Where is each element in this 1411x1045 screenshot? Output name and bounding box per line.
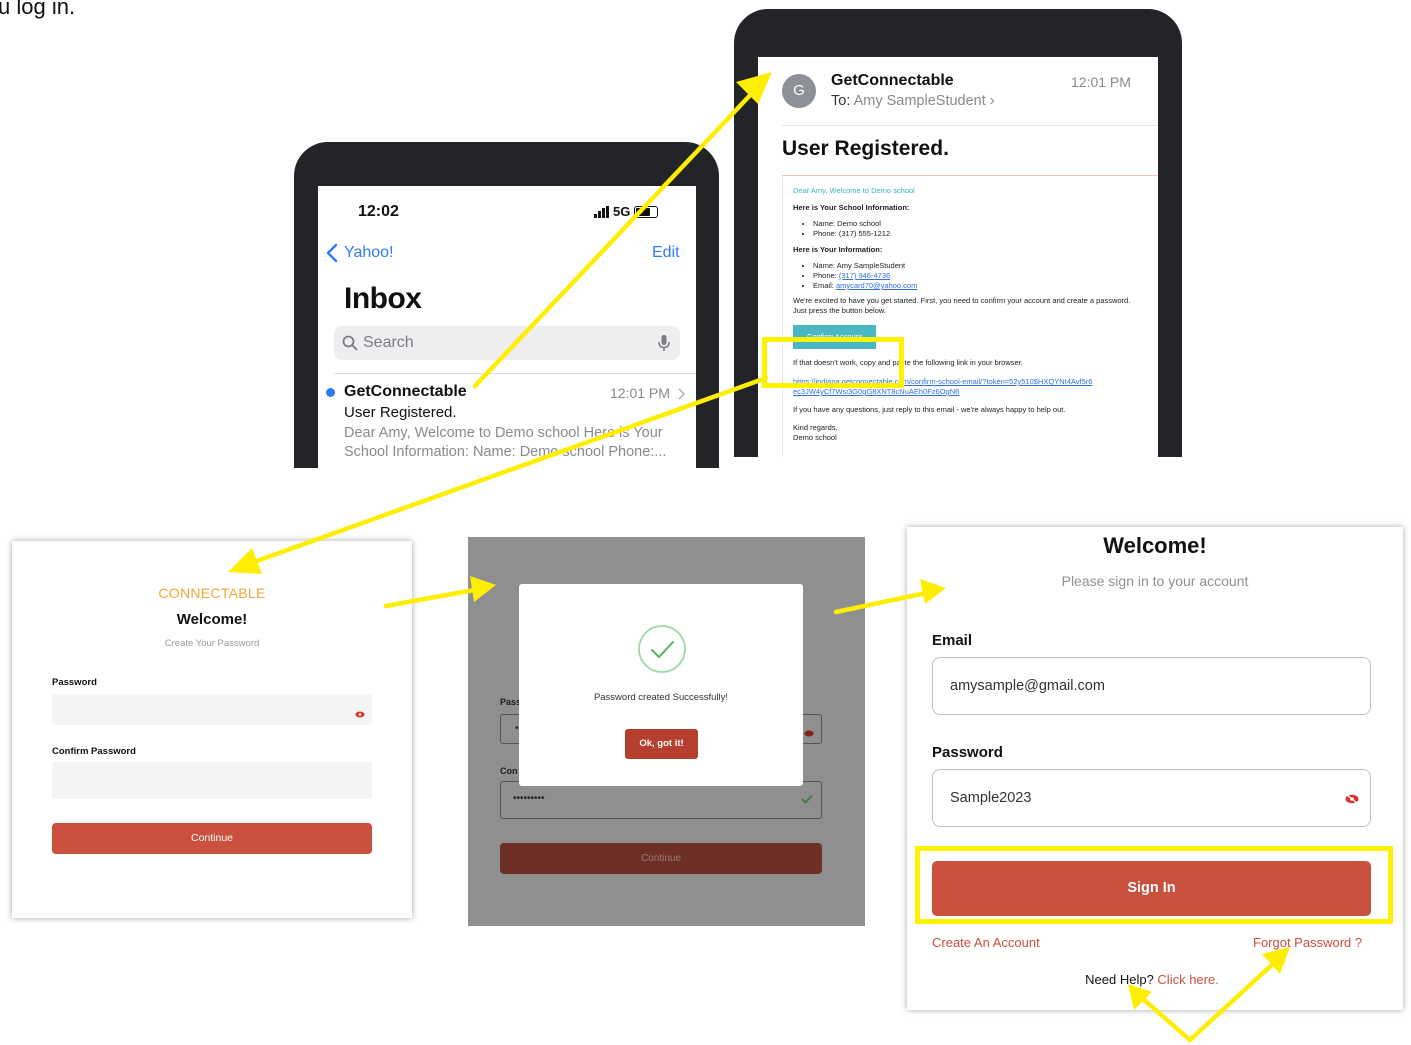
- bg-confirm-label: Con: [500, 766, 518, 776]
- status-bar-right: 5G: [594, 204, 659, 219]
- back-button[interactable]: Yahoo!: [326, 243, 394, 263]
- eye-slash-icon[interactable]: [1345, 794, 1359, 804]
- message-preview: Dear Amy, Welcome to Demo school Here is…: [344, 425, 667, 460]
- message-list-item[interactable]: GetConnectable 12:01 PM User Registered.…: [318, 380, 696, 468]
- bg-confirm-dots: •••••••••: [513, 793, 545, 804]
- inbox-title: Inbox: [344, 282, 422, 315]
- phone-label: Phone:: [813, 271, 837, 280]
- email-sender: GetConnectable: [831, 72, 954, 89]
- message-sender: GetConnectable: [344, 383, 467, 400]
- email-body-text: We're excited to have you get started. F…: [793, 296, 1131, 315]
- header-divider: [782, 125, 1158, 126]
- search-bar[interactable]: Search: [334, 326, 680, 360]
- bg-password-dots: •: [515, 723, 519, 734]
- email-label: Email:: [813, 281, 834, 290]
- password-input[interactable]: [52, 694, 372, 725]
- password-label: Password: [932, 744, 1003, 761]
- help-text: If you have any questions, just reply to…: [793, 405, 1066, 414]
- user-info-list: Name: Amy SampleStudent Phone: (317) 946…: [793, 261, 1148, 291]
- divider: [334, 373, 696, 374]
- create-password-panel: CONNECTABLE Welcome! Create Your Passwor…: [12, 541, 412, 918]
- school-info-item: Name: Demo school: [813, 219, 1148, 229]
- email-input[interactable]: amysample@gmail.com: [932, 657, 1371, 715]
- email-phone: G GetConnectable 12:01 PM To: Amy Sample…: [734, 9, 1182, 457]
- email-value: amysample@gmail.com: [950, 678, 1105, 694]
- message-time: 12:01 PM: [610, 385, 670, 401]
- password-input[interactable]: Sample2023: [932, 769, 1371, 827]
- avatar: G: [782, 74, 816, 108]
- email-time: 12:01 PM: [1071, 74, 1131, 90]
- to-label: To:: [831, 93, 851, 109]
- highlight-confirm-account: [762, 337, 904, 388]
- cropped-caption: u log in.: [0, 0, 76, 19]
- search-icon: [342, 335, 358, 351]
- signin-panel: Welcome! Please sign in to your account …: [907, 527, 1403, 1010]
- school-info-item: Phone: (317) 555-1212: [813, 229, 1148, 239]
- email-label: Email: [932, 632, 973, 649]
- signoff: Kind regards,: [793, 423, 838, 432]
- signin-subtitle: Please sign in to your account: [1061, 573, 1249, 589]
- network-label: 5G: [613, 204, 631, 219]
- search-placeholder: Search: [363, 334, 414, 351]
- bg-password-label: Pass: [500, 697, 522, 707]
- success-panel: Pass • Con ••••••••• Continue Password c…: [468, 537, 865, 926]
- chevron-right-icon: ›: [989, 93, 995, 109]
- click-here-link[interactable]: Click here.: [1157, 972, 1218, 987]
- email-greeting: Dear Amy, Welcome to Demo school: [793, 186, 915, 195]
- unread-dot-icon: [326, 388, 335, 397]
- need-help-text: Need Help?: [1085, 972, 1154, 987]
- email-body: Dear Amy, Welcome to Demo school Here is…: [782, 175, 1158, 457]
- email-subject: User Registered.: [782, 137, 949, 160]
- user-info-email: Email: amycard70@yahoo.com: [813, 281, 1148, 291]
- message-subject: User Registered.: [344, 404, 457, 421]
- inbox-screen: 12:02 5G Yahoo! Edit Inbox Search GetCon…: [318, 186, 696, 468]
- confirm-password-input[interactable]: [52, 762, 372, 799]
- check-icon: [801, 794, 813, 804]
- password-label: Password: [52, 677, 97, 688]
- inbox-phone: 12:02 5G Yahoo! Edit Inbox Search GetCon…: [294, 142, 719, 468]
- info-heading: Here is Your Information:: [793, 245, 883, 254]
- bg-confirm-input: •••••••••: [500, 781, 822, 819]
- to-name: Amy SampleStudent: [853, 93, 986, 109]
- eye-icon: [804, 730, 814, 737]
- back-label: Yahoo!: [344, 244, 394, 261]
- status-time: 12:02: [358, 203, 399, 220]
- email-recipient[interactable]: To: Amy SampleStudent ›: [831, 93, 995, 109]
- user-info-name: Name: Amy SampleStudent: [813, 261, 1148, 271]
- success-message: Password created Successfully!: [593, 692, 729, 703]
- need-help: Need Help? Click here.: [907, 972, 1397, 987]
- confirm-password-label: Confirm Password: [52, 746, 136, 757]
- edit-button[interactable]: Edit: [652, 244, 680, 262]
- highlight-sign-in: [915, 846, 1393, 924]
- signal-icon: [594, 205, 609, 218]
- eye-icon[interactable]: [355, 711, 365, 718]
- microphone-icon[interactable]: [658, 334, 670, 352]
- chevron-right-icon: [678, 388, 685, 400]
- forgot-password-link[interactable]: Forgot Password ?: [1253, 935, 1362, 950]
- panel-subtitle: Create Your Password: [164, 638, 260, 649]
- bg-continue-button: Continue: [500, 843, 822, 874]
- school-heading: Here is Your School Information:: [793, 203, 910, 212]
- user-info-phone: Phone: (317) 946-4736: [813, 271, 1148, 281]
- signoff-name: Demo school: [793, 433, 837, 442]
- continue-button[interactable]: Continue: [52, 823, 372, 854]
- success-modal: Password created Successfully! Ok, got i…: [519, 584, 803, 786]
- battery-icon: [634, 205, 659, 218]
- success-check-icon: [638, 625, 686, 673]
- school-info-list: Name: Demo school Phone: (317) 555-1212: [793, 219, 1148, 239]
- email-screen: G GetConnectable 12:01 PM To: Amy Sample…: [758, 57, 1158, 457]
- connectable-logo: CONNECTABLE: [158, 585, 266, 601]
- ok-got-it-button[interactable]: Ok, got it!: [625, 729, 698, 759]
- create-account-link[interactable]: Create An Account: [932, 935, 1040, 950]
- password-value: Sample2023: [950, 790, 1032, 806]
- phone-link[interactable]: (317) 946-4736: [839, 271, 890, 280]
- panel-title: Welcome!: [176, 611, 248, 628]
- email-link[interactable]: amycard70@yahoo.com: [836, 281, 917, 290]
- chevron-left-icon: [326, 243, 338, 263]
- signin-title: Welcome!: [1103, 533, 1207, 558]
